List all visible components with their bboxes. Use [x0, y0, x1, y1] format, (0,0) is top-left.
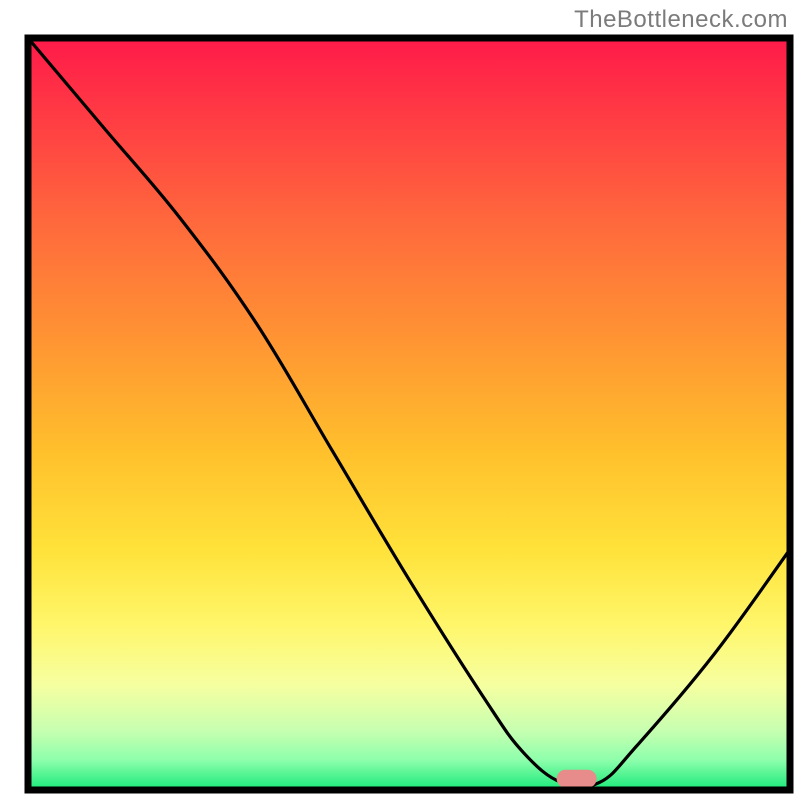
- gradient-background: [28, 38, 790, 790]
- bottleneck-plot: [0, 0, 800, 800]
- optimum-marker: [557, 770, 597, 788]
- chart-frame: TheBottleneck.com: [0, 0, 800, 800]
